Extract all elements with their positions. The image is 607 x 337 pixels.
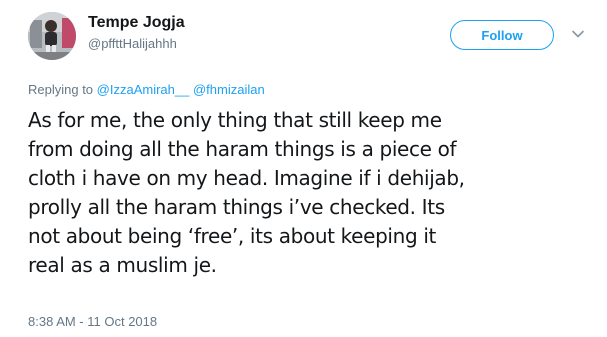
chevron-down-icon[interactable] (571, 27, 585, 41)
tweet-text-line: real as a muslim je. (28, 253, 217, 277)
follow-button-label: Follow (481, 27, 523, 43)
avatar[interactable] (28, 12, 76, 60)
tweet-text: As for me, the only thing that still kee… (28, 106, 600, 280)
tweet-text-line: from doing all the haram things is a pie… (28, 137, 457, 161)
replying-to-label: Replying to (28, 82, 94, 97)
tweet-text-line: not about being ‘free’, its about keepin… (28, 224, 437, 248)
user-handle[interactable]: @pffttHalijahhh (88, 36, 177, 51)
tweet-text-line: As for me, the only thing that still kee… (28, 108, 442, 132)
replying-to: Replying to @IzzaAmirah__ @fhmizailan (28, 82, 265, 97)
display-name[interactable]: Tempe Jogja (88, 14, 185, 32)
tweet-text-line: cloth i have on my head. Imagine if i de… (28, 166, 465, 190)
tweet-card: Tempe Jogja @pffttHalijahhh Follow Reply… (0, 0, 607, 337)
follow-button[interactable]: Follow (450, 20, 554, 50)
mention-link[interactable]: @fhmizailan (193, 82, 265, 97)
tweet-text-line: prolly all the haram things i’ve checked… (28, 195, 445, 219)
mention-link[interactable]: @IzzaAmirah__ (97, 82, 190, 97)
tweet-timestamp[interactable]: 8:38 AM - 11 Oct 2018 (28, 314, 157, 329)
user-photo-icon (28, 12, 76, 60)
